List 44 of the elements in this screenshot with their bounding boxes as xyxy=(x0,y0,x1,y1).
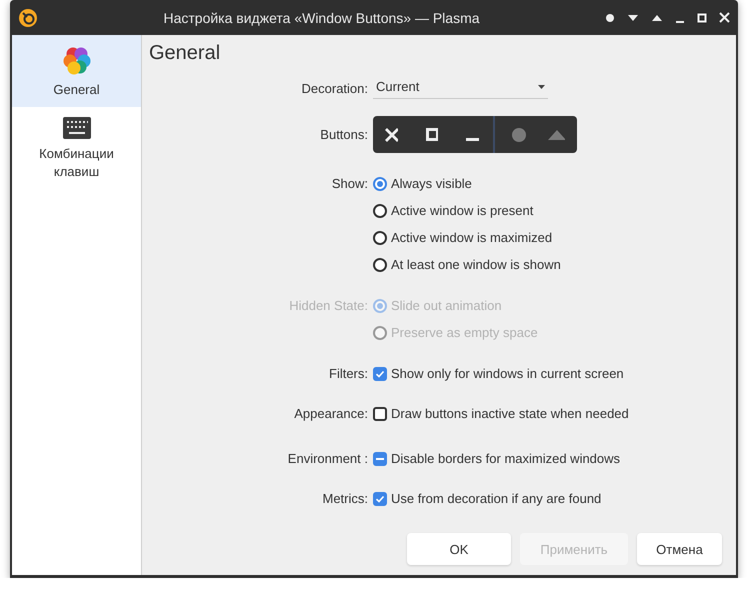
dot-icon[interactable] xyxy=(605,12,615,22)
checkbox[interactable] xyxy=(373,406,387,420)
field-label: Buttons: xyxy=(319,126,368,144)
close-icon[interactable] xyxy=(719,12,730,23)
color-petals-icon xyxy=(62,45,92,75)
radio-button[interactable] xyxy=(373,204,387,218)
option-label: At least one window is shown xyxy=(391,257,561,272)
option-label: Active window is maximized xyxy=(391,230,552,245)
sidebar-item[interactable]: General xyxy=(12,35,141,107)
field-label: Decoration: xyxy=(300,80,368,98)
page-heading: General xyxy=(149,41,222,65)
field-label: Appearance: xyxy=(293,405,368,423)
decoration-dropdown[interactable]: Current xyxy=(373,75,548,99)
dialog-button[interactable]: OK xyxy=(407,533,511,565)
up-triangle-icon[interactable] xyxy=(651,14,663,22)
keyboard-icon xyxy=(62,117,90,139)
field-label: Hidden State: xyxy=(288,297,368,315)
field-label: Environment : xyxy=(286,450,368,468)
option-label: Disable borders for maximized windows xyxy=(391,451,620,466)
option-label: Show only for windows in current screen xyxy=(391,366,624,381)
option-label: Use from decoration if any are found xyxy=(391,491,602,506)
down-triangle-icon[interactable] xyxy=(627,14,639,22)
close-icon[interactable] xyxy=(385,128,398,142)
caret-icon xyxy=(538,84,545,88)
field-label: Show: xyxy=(330,175,368,193)
option-label: Draw buttons inactive state when needed xyxy=(391,406,629,421)
option-label: Slide out animation xyxy=(391,298,502,313)
option-label: Active window is present xyxy=(391,203,534,218)
maximize-icon[interactable] xyxy=(697,12,707,22)
dialog-button[interactable]: Отмена xyxy=(637,533,722,565)
separator-icon xyxy=(493,116,496,153)
radio-button[interactable] xyxy=(373,230,387,244)
radio-button[interactable] xyxy=(373,176,387,190)
maximize-icon[interactable] xyxy=(426,128,438,141)
app-icon xyxy=(18,8,38,28)
option-label: Preserve as empty space xyxy=(391,325,538,340)
sidebar-item[interactable]: Комбинации клавиш xyxy=(12,107,141,189)
field-label: Metrics: xyxy=(322,490,368,508)
field-label: Filters: xyxy=(328,365,368,383)
option-label: Always visible xyxy=(391,176,472,191)
radio-button[interactable] xyxy=(373,258,387,272)
checkbox[interactable] xyxy=(373,452,387,466)
buttons-preview[interactable] xyxy=(373,116,577,153)
window-title: Настройка виджета «Window Buttons» — Plasma xyxy=(162,10,481,26)
